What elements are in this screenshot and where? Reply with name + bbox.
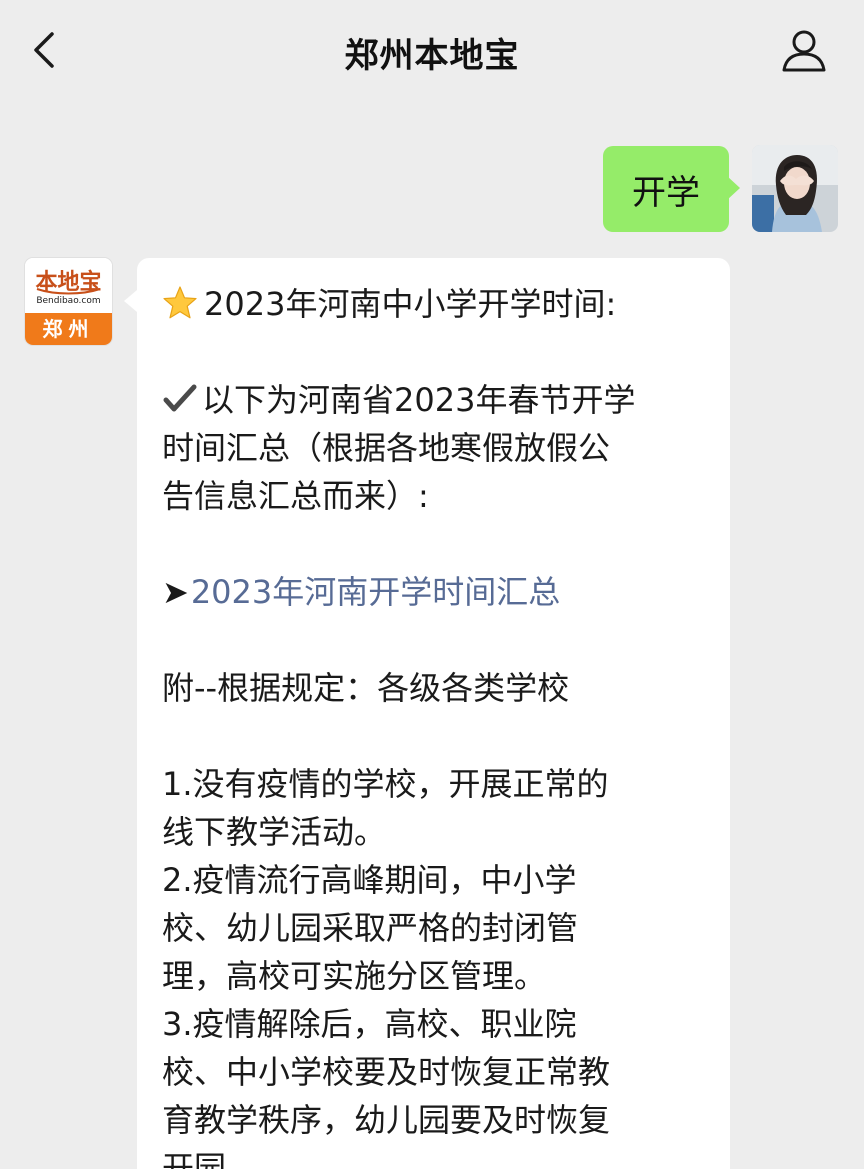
item-2-line-3: 理，高校可实施分区管理。 (162, 957, 547, 995)
summary-link-line[interactable]: ➤2023年河南开学时间汇总 (162, 568, 702, 616)
logo-city-label: 郑州 (25, 313, 112, 345)
user-avatar[interactable] (752, 145, 838, 232)
item-1-line-1: 1.没有疫情的学校，开展正常的 (162, 765, 609, 803)
item-2-line-1: 2.疫情流行高峰期间，中小学 (162, 861, 577, 899)
profile-button[interactable] (780, 26, 828, 74)
item-3-line-2: 校、中小学校要及时恢复正常教 (162, 1053, 611, 1091)
regulation-note: 附--根据规定：各级各类学校 (162, 669, 570, 707)
user-photo (752, 145, 838, 232)
sender-avatar-logo[interactable]: 本地宝 Bendibao.com 郑州 (25, 258, 112, 345)
check-mark-icon (163, 384, 197, 412)
item-3-line-4: 开园。 (162, 1149, 259, 1169)
outgoing-bubble-tail (727, 176, 740, 200)
logo-top-section: 本地宝 Bendibao.com (25, 258, 112, 313)
intro-text-1: 以下为河南省2023年春节开学 (202, 381, 636, 419)
page-title: 郑州本地宝 (344, 36, 520, 76)
intro-line-2: 时间汇总（根据各地寒假放假公 (162, 429, 611, 467)
intro-line-3: 告信息汇总而来）: (162, 477, 429, 515)
incoming-message-content: 2023年河南中小学开学时间: 以下为河南省2023年春节开学 时间汇总（根据各… (162, 280, 702, 1169)
top-nav-bar: 郑州本地宝 (0, 0, 864, 100)
arrow-right-icon: ➤ (162, 573, 189, 611)
intro-line-1: 以下为河南省2023年春节开学 (162, 376, 702, 424)
logo-url-text: Bendibao.com (36, 296, 101, 306)
outgoing-message-text: 开学 (632, 172, 700, 213)
item-1-line-2: 线下教学活动。 (162, 813, 387, 851)
message-title-line: 2023年河南中小学开学时间: (162, 280, 702, 328)
item-3-line-3: 育教学秩序，幼儿园要及时恢复 (162, 1101, 611, 1139)
item-3-line-1: 3.疫情解除后，高校、职业院 (162, 1005, 577, 1043)
logo-arc-icon (36, 288, 101, 295)
outgoing-message-bubble[interactable]: 开学 (603, 146, 729, 232)
summary-link[interactable]: 2023年河南开学时间汇总 (191, 573, 560, 611)
person-icon (782, 30, 826, 72)
item-2-line-2: 校、幼儿园采取严格的封闭管 (162, 909, 579, 947)
star-icon (163, 286, 197, 319)
message-title: 2023年河南中小学开学时间: (204, 285, 617, 323)
incoming-bubble-tail (124, 290, 137, 312)
